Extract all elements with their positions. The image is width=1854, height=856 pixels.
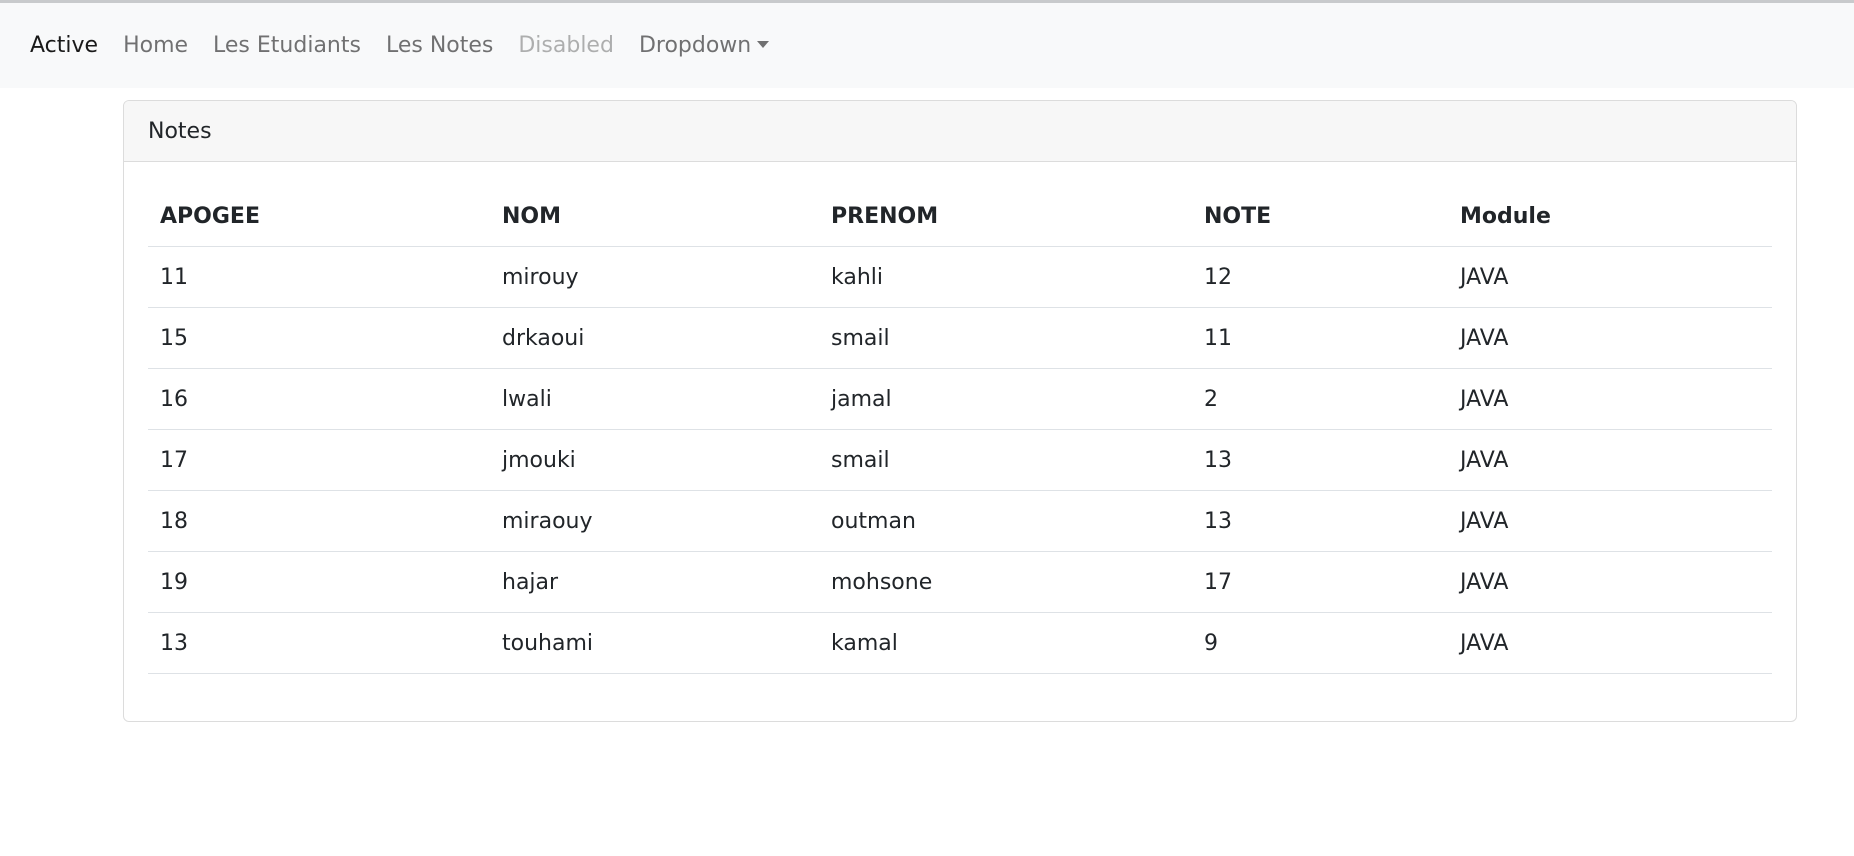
- table-row: 11 mirouy kahli 12 JAVA: [148, 246, 1772, 308]
- header-prenom: PRENOM: [819, 186, 1192, 247]
- cell-prenom: kahli: [819, 246, 1192, 308]
- table-head: APOGEE NOM PRENOM NOTE Module: [148, 186, 1772, 247]
- cell-module: JAVA: [1448, 612, 1772, 674]
- cell-apogee: 13: [148, 612, 490, 674]
- cell-apogee: 19: [148, 551, 490, 613]
- cell-module: JAVA: [1448, 368, 1772, 430]
- nav-link-les-etudiants[interactable]: Les Etudiants: [213, 33, 361, 58]
- caret-down-icon: [757, 41, 770, 48]
- cell-nom: mirouy: [490, 246, 819, 308]
- notes-card: Notes APOGEE NOM PRENOM NOTE Module 11 m…: [123, 100, 1797, 722]
- cell-prenom: jamal: [819, 368, 1192, 430]
- header-apogee: APOGEE: [148, 186, 490, 247]
- card-title: Notes: [148, 118, 212, 144]
- cell-apogee: 11: [148, 246, 490, 308]
- cell-prenom: smail: [819, 307, 1192, 369]
- cell-prenom: outman: [819, 490, 1192, 552]
- cell-note: 13: [1192, 429, 1448, 491]
- nav-link-les-notes[interactable]: Les Notes: [386, 33, 493, 58]
- table-row: 19 hajar mohsone 17 JAVA: [148, 551, 1772, 613]
- nav-dropdown-label: Dropdown: [638, 33, 752, 58]
- cell-nom: lwali: [490, 368, 819, 430]
- cell-module: JAVA: [1448, 490, 1772, 552]
- cell-note: 12: [1192, 246, 1448, 308]
- navbar: Active Home Les Etudiants Les Notes Disa…: [0, 3, 1854, 88]
- cell-note: 17: [1192, 551, 1448, 613]
- cell-prenom: mohsone: [819, 551, 1192, 613]
- table-row: 15 drkaoui smail 11 JAVA: [148, 307, 1772, 369]
- cell-module: JAVA: [1448, 307, 1772, 369]
- table-row: 18 miraouy outman 13 JAVA: [148, 490, 1772, 552]
- cell-note: 11: [1192, 307, 1448, 369]
- header-note: NOTE: [1192, 186, 1448, 247]
- cell-apogee: 16: [148, 368, 490, 430]
- table-row: 17 jmouki smail 13 JAVA: [148, 429, 1772, 491]
- header-module: Module: [1448, 186, 1772, 247]
- cell-prenom: smail: [819, 429, 1192, 491]
- cell-note: 9: [1192, 612, 1448, 674]
- cell-apogee: 18: [148, 490, 490, 552]
- table-header-row: APOGEE NOM PRENOM NOTE Module: [148, 186, 1772, 247]
- notes-table: APOGEE NOM PRENOM NOTE Module 11 mirouy …: [148, 186, 1772, 674]
- notes-table-container: APOGEE NOM PRENOM NOTE Module 11 mirouy …: [148, 186, 1772, 674]
- table-row: 13 touhami kamal 9 JAVA: [148, 612, 1772, 674]
- nav-link-disabled: Disabled: [518, 33, 614, 58]
- cell-nom: hajar: [490, 551, 819, 613]
- table-row: 16 lwali jamal 2 JAVA: [148, 368, 1772, 430]
- cell-note: 13: [1192, 490, 1448, 552]
- nav-dropdown-toggle[interactable]: Dropdown: [638, 33, 770, 58]
- header-nom: NOM: [490, 186, 819, 247]
- cell-note: 2: [1192, 368, 1448, 430]
- nav-link-active[interactable]: Active: [30, 33, 98, 58]
- card-header: Notes: [124, 101, 1796, 162]
- cell-nom: jmouki: [490, 429, 819, 491]
- cell-apogee: 15: [148, 307, 490, 369]
- nav-link-home[interactable]: Home: [123, 33, 188, 58]
- cell-nom: touhami: [490, 612, 819, 674]
- cell-nom: miraouy: [490, 490, 819, 552]
- cell-nom: drkaoui: [490, 307, 819, 369]
- cell-prenom: kamal: [819, 612, 1192, 674]
- cell-module: JAVA: [1448, 551, 1772, 613]
- cell-module: JAVA: [1448, 429, 1772, 491]
- table-body: 11 mirouy kahli 12 JAVA 15 drkaoui smail…: [148, 246, 1772, 674]
- cell-module: JAVA: [1448, 246, 1772, 308]
- cell-apogee: 17: [148, 429, 490, 491]
